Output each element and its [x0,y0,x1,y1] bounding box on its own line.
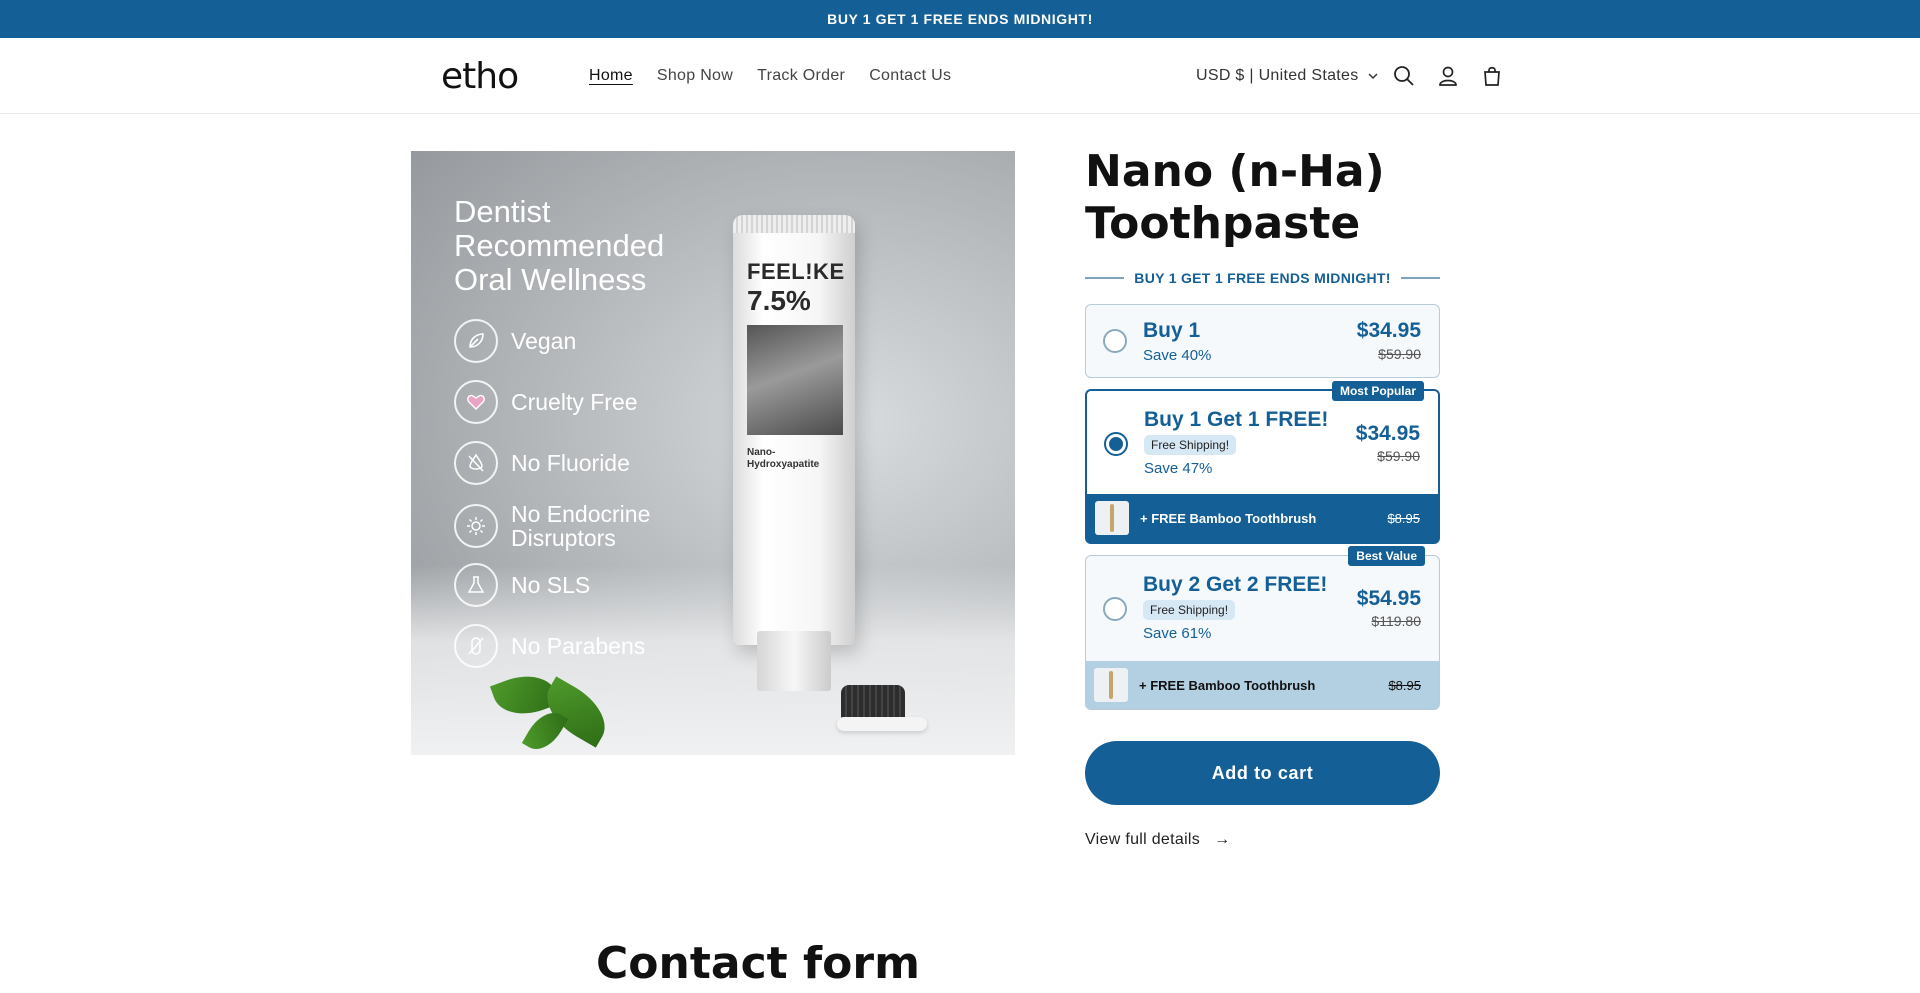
contact-form-heading: Contact form [596,938,920,989]
offer-save: Save 40% [1143,347,1212,364]
search-icon[interactable] [1390,62,1418,90]
offer-price: $54.95 [1356,587,1421,610]
offer-compare-price: $59.90 [1378,346,1421,362]
arrow-right-icon: → [1214,831,1231,848]
feature-no-fluoride: No Fluoride [454,441,630,485]
nav-contact-us[interactable]: Contact Us [869,67,951,85]
feature-vegan: Vegan [454,319,576,363]
feature-no-sls: No SLS [454,563,590,607]
product-title: Nano (n-Ha) Toothpaste [1085,146,1385,249]
toothbrush-handle [837,717,927,731]
offer-title: Buy 1 [1143,319,1201,342]
feature-label: No Endocrine Disruptors [511,501,651,551]
image-headline: Dentist Recommended Oral Wellness [454,194,665,297]
leaf-icon [454,319,498,363]
tube-cap [757,631,831,691]
toothbrush-thumbnail [1094,668,1128,702]
offer-radio[interactable] [1104,432,1128,456]
account-icon[interactable] [1434,62,1462,90]
feature-label: Cruelty Free [511,389,638,415]
toothbrush-thumbnail [1095,501,1129,535]
sun-icon [454,504,498,548]
offer-compare-price: $119.80 [1371,613,1421,629]
offer-buy-1-get-1[interactable]: Most Popular Buy 1 Get 1 FREE! Free Ship… [1085,381,1440,544]
tube-label-image [747,325,843,435]
feature-no-endocrine: No Endocrine Disruptors [454,502,661,550]
no-capsule-icon [454,624,498,668]
product-image[interactable]: Dentist Recommended Oral Wellness Vegan … [411,151,1015,755]
promo-text: BUY 1 GET 1 FREE ENDS MIDNIGHT! [1134,270,1391,286]
offer-price: $34.95 [1355,422,1420,445]
flask-icon [454,563,498,607]
main-nav: Home Shop Now Track Order Contact Us [589,38,951,114]
nav-home[interactable]: Home [589,67,633,85]
offer-radio[interactable] [1103,329,1127,353]
offer-price: $34.95 [1356,319,1421,342]
divider-line [1400,277,1440,279]
tube-text: Nano-Hydroxyapatite [747,447,820,470]
add-to-cart-button[interactable]: Add to cart [1085,741,1440,805]
feature-label: No Fluoride [511,450,630,476]
nav-shop-now[interactable]: Shop Now [657,67,733,85]
offer-radio[interactable] [1103,597,1127,621]
offer-title: Buy 2 Get 2 FREE! [1143,573,1328,596]
view-full-details-link[interactable]: View full details → [1085,831,1230,849]
offer-compare-price: $59.90 [1377,448,1420,464]
feature-no-parabens: No Parabens [454,624,645,668]
best-value-badge: Best Value [1348,546,1425,566]
no-drop-icon [454,441,498,485]
bonus-price: $8.95 [1387,510,1420,526]
tube-brand: FEEL!KE [747,259,845,284]
offer-save: Save 61% [1143,625,1212,642]
bonus-gift-row: + FREE Bamboo Toothbrush $8.95 [1086,661,1439,709]
offer-buy-2-get-2[interactable]: Best Value Buy 2 Get 2 FREE! Free Shippi… [1085,546,1440,710]
announcement-text: BUY 1 GET 1 FREE ENDS MIDNIGHT! [827,11,1093,27]
feature-cruelty-free: Cruelty Free [454,380,638,424]
cart-icon[interactable] [1478,62,1506,90]
currency-selector[interactable]: USD $ | United States [1196,38,1379,114]
bonus-price: $8.95 [1388,677,1421,693]
feature-label: No Parabens [511,633,646,659]
bonus-label: + FREE Bamboo Toothbrush [1140,510,1317,526]
bonus-gift-row: + FREE Bamboo Toothbrush $8.95 [1087,494,1438,542]
toothpaste-tube: FEEL!KE 7.5% Nano-Hydroxyapatite [733,215,855,691]
promo-divider: BUY 1 GET 1 FREE ENDS MIDNIGHT! [1085,268,1440,288]
most-popular-badge: Most Popular [1331,381,1424,401]
feature-label: No SLS [511,572,591,598]
logo[interactable]: etho [441,56,519,97]
tube-percent: 7.5% [747,285,811,316]
feature-label: Vegan [511,328,577,354]
offer-title: Buy 1 Get 1 FREE! [1144,408,1329,431]
site-header: etho Home Shop Now Track Order Contact U… [0,38,1920,114]
chevron-down-icon [1368,73,1378,80]
offer-save: Save 47% [1144,460,1213,477]
bonus-label: + FREE Bamboo Toothbrush [1139,677,1316,693]
announcement-bar: BUY 1 GET 1 FREE ENDS MIDNIGHT! [0,0,1920,38]
currency-label: USD $ | United States [1196,67,1359,84]
tube-crimp [733,215,855,233]
free-shipping-badge: Free Shipping! [1144,435,1237,455]
free-shipping-badge: Free Shipping! [1143,600,1236,620]
divider-line [1085,277,1125,279]
heart-icon [454,380,498,424]
view-details-label: View full details [1085,831,1201,848]
nav-track-order[interactable]: Track Order [757,67,845,85]
offer-buy-1[interactable]: Buy 1 Save 40% $34.95 $59.90 [1085,304,1440,378]
